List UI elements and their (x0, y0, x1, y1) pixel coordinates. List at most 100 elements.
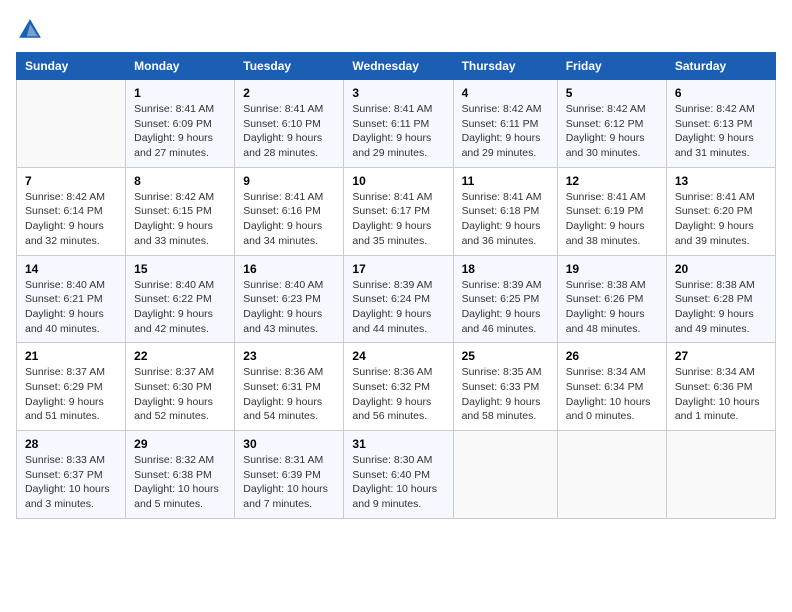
day-number: 12 (566, 174, 658, 188)
header-wednesday: Wednesday (344, 53, 453, 80)
day-number: 4 (462, 86, 549, 100)
calendar-cell: 6 Sunrise: 8:42 AMSunset: 6:13 PMDaylight… (666, 80, 775, 168)
day-number: 10 (352, 174, 444, 188)
calendar-cell: 4 Sunrise: 8:42 AMSunset: 6:11 PMDaylight… (453, 80, 557, 168)
day-number: 22 (134, 349, 226, 363)
cell-content: Sunrise: 8:37 AMSunset: 6:29 PMDaylight:… (25, 365, 117, 424)
day-number: 5 (566, 86, 658, 100)
day-number: 11 (462, 174, 549, 188)
calendar-week-row: 1 Sunrise: 8:41 AMSunset: 6:09 PMDaylight… (17, 80, 776, 168)
cell-content: Sunrise: 8:30 AMSunset: 6:40 PMDaylight:… (352, 453, 444, 512)
header-sunday: Sunday (17, 53, 126, 80)
cell-content: Sunrise: 8:39 AMSunset: 6:24 PMDaylight:… (352, 278, 444, 337)
cell-content: Sunrise: 8:34 AMSunset: 6:34 PMDaylight:… (566, 365, 658, 424)
cell-content: Sunrise: 8:42 AMSunset: 6:13 PMDaylight:… (675, 102, 767, 161)
calendar-header-row: SundayMondayTuesdayWednesdayThursdayFrid… (17, 53, 776, 80)
calendar-cell: 31 Sunrise: 8:30 AMSunset: 6:40 PMDayligh… (344, 431, 453, 519)
day-number: 9 (243, 174, 335, 188)
calendar-cell: 28 Sunrise: 8:33 AMSunset: 6:37 PMDayligh… (17, 431, 126, 519)
calendar-cell: 21 Sunrise: 8:37 AMSunset: 6:29 PMDayligh… (17, 343, 126, 431)
calendar-week-row: 28 Sunrise: 8:33 AMSunset: 6:37 PMDayligh… (17, 431, 776, 519)
day-number: 23 (243, 349, 335, 363)
day-number: 2 (243, 86, 335, 100)
calendar-week-row: 7 Sunrise: 8:42 AMSunset: 6:14 PMDaylight… (17, 167, 776, 255)
calendar-cell: 7 Sunrise: 8:42 AMSunset: 6:14 PMDaylight… (17, 167, 126, 255)
calendar-table: SundayMondayTuesdayWednesdayThursdayFrid… (16, 52, 776, 519)
cell-content: Sunrise: 8:41 AMSunset: 6:11 PMDaylight:… (352, 102, 444, 161)
calendar-cell: 23 Sunrise: 8:36 AMSunset: 6:31 PMDayligh… (235, 343, 344, 431)
day-number: 25 (462, 349, 549, 363)
cell-content: Sunrise: 8:41 AMSunset: 6:18 PMDaylight:… (462, 190, 549, 249)
calendar-cell: 12 Sunrise: 8:41 AMSunset: 6:19 PMDayligh… (557, 167, 666, 255)
calendar-cell: 5Sunrise: 8:42 AMSunset: 6:12 PMDaylight… (557, 80, 666, 168)
header-thursday: Thursday (453, 53, 557, 80)
header-saturday: Saturday (666, 53, 775, 80)
cell-content: Sunrise: 8:31 AMSunset: 6:39 PMDaylight:… (243, 453, 335, 512)
day-number: 26 (566, 349, 658, 363)
day-number: 20 (675, 262, 767, 276)
day-number: 30 (243, 437, 335, 451)
day-number: 28 (25, 437, 117, 451)
day-number: 29 (134, 437, 226, 451)
cell-content: Sunrise: 8:42 AMSunset: 6:14 PMDaylight:… (25, 190, 117, 249)
cell-content: Sunrise: 8:39 AMSunset: 6:25 PMDaylight:… (462, 278, 549, 337)
calendar-cell: 19Sunrise: 8:38 AMSunset: 6:26 PMDayligh… (557, 255, 666, 343)
logo (16, 16, 48, 44)
cell-content: Sunrise: 8:33 AMSunset: 6:37 PMDaylight:… (25, 453, 117, 512)
cell-content: Sunrise: 8:42 AMSunset: 6:11 PMDaylight:… (462, 102, 549, 161)
calendar-cell: 10 Sunrise: 8:41 AMSunset: 6:17 PMDayligh… (344, 167, 453, 255)
cell-content: Sunrise: 8:32 AMSunset: 6:38 PMDaylight:… (134, 453, 226, 512)
cell-content: Sunrise: 8:41 AMSunset: 6:17 PMDaylight:… (352, 190, 444, 249)
cell-content: Sunrise: 8:41 AMSunset: 6:19 PMDaylight:… (566, 190, 658, 249)
calendar-cell: 18 Sunrise: 8:39 AMSunset: 6:25 PMDayligh… (453, 255, 557, 343)
cell-content: Sunrise: 8:42 AMSunset: 6:15 PMDaylight:… (134, 190, 226, 249)
header-monday: Monday (126, 53, 235, 80)
page-header (16, 16, 776, 44)
calendar-cell: 24Sunrise: 8:36 AMSunset: 6:32 PMDayligh… (344, 343, 453, 431)
calendar-cell: 11 Sunrise: 8:41 AMSunset: 6:18 PMDayligh… (453, 167, 557, 255)
cell-content: Sunrise: 8:41 AMSunset: 6:10 PMDaylight:… (243, 102, 335, 161)
cell-content: Sunrise: 8:36 AMSunset: 6:31 PMDaylight:… (243, 365, 335, 424)
cell-content: Sunrise: 8:40 AMSunset: 6:21 PMDaylight:… (25, 278, 117, 337)
day-number: 1 (134, 86, 226, 100)
calendar-cell (557, 431, 666, 519)
day-number: 18 (462, 262, 549, 276)
cell-content: Sunrise: 8:35 AMSunset: 6:33 PMDaylight:… (462, 365, 549, 424)
day-number: 15 (134, 262, 226, 276)
cell-content: Sunrise: 8:41 AMSunset: 6:16 PMDaylight:… (243, 190, 335, 249)
calendar-cell: 9 Sunrise: 8:41 AMSunset: 6:16 PMDaylight… (235, 167, 344, 255)
day-number: 8 (134, 174, 226, 188)
calendar-cell: 25 Sunrise: 8:35 AMSunset: 6:33 PMDayligh… (453, 343, 557, 431)
calendar-cell: 26 Sunrise: 8:34 AMSunset: 6:34 PMDayligh… (557, 343, 666, 431)
calendar-cell: 14 Sunrise: 8:40 AMSunset: 6:21 PMDayligh… (17, 255, 126, 343)
day-number: 6 (675, 86, 767, 100)
calendar-week-row: 21 Sunrise: 8:37 AMSunset: 6:29 PMDayligh… (17, 343, 776, 431)
day-number: 16 (243, 262, 335, 276)
calendar-cell: 3 Sunrise: 8:41 AMSunset: 6:11 PMDaylight… (344, 80, 453, 168)
day-number: 24 (352, 349, 444, 363)
day-number: 31 (352, 437, 444, 451)
calendar-cell: 16Sunrise: 8:40 AMSunset: 6:23 PMDayligh… (235, 255, 344, 343)
day-number: 21 (25, 349, 117, 363)
calendar-cell (17, 80, 126, 168)
cell-content: Sunrise: 8:41 AMSunset: 6:20 PMDaylight:… (675, 190, 767, 249)
header-friday: Friday (557, 53, 666, 80)
calendar-cell: 17 Sunrise: 8:39 AMSunset: 6:24 PMDayligh… (344, 255, 453, 343)
cell-content: Sunrise: 8:41 AMSunset: 6:09 PMDaylight:… (134, 102, 226, 161)
day-number: 13 (675, 174, 767, 188)
header-tuesday: Tuesday (235, 53, 344, 80)
calendar-cell: 22 Sunrise: 8:37 AMSunset: 6:30 PMDayligh… (126, 343, 235, 431)
cell-content: Sunrise: 8:37 AMSunset: 6:30 PMDaylight:… (134, 365, 226, 424)
calendar-cell: 2 Sunrise: 8:41 AMSunset: 6:10 PMDaylight… (235, 80, 344, 168)
cell-content: Sunrise: 8:38 AMSunset: 6:28 PMDaylight:… (675, 278, 767, 337)
cell-content: Sunrise: 8:38 AMSunset: 6:26 PMDaylight:… (566, 278, 658, 337)
day-number: 3 (352, 86, 444, 100)
calendar-cell: 29 Sunrise: 8:32 AMSunset: 6:38 PMDayligh… (126, 431, 235, 519)
calendar-cell: 20 Sunrise: 8:38 AMSunset: 6:28 PMDayligh… (666, 255, 775, 343)
day-number: 17 (352, 262, 444, 276)
day-number: 14 (25, 262, 117, 276)
day-number: 7 (25, 174, 117, 188)
calendar-cell: 15Sunrise: 8:40 AMSunset: 6:22 PMDayligh… (126, 255, 235, 343)
calendar-cell: 27Sunrise: 8:34 AMSunset: 6:36 PMDayligh… (666, 343, 775, 431)
calendar-week-row: 14 Sunrise: 8:40 AMSunset: 6:21 PMDayligh… (17, 255, 776, 343)
